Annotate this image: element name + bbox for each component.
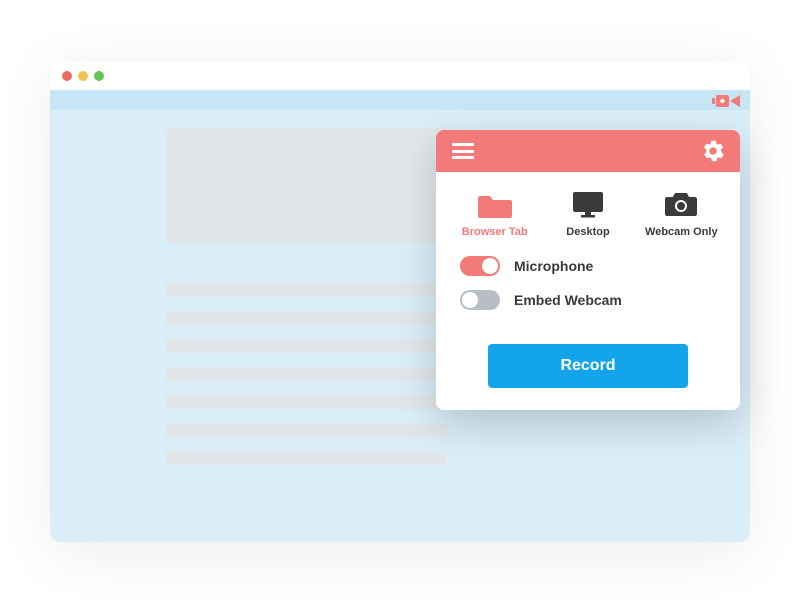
record-button[interactable]: Record xyxy=(488,344,688,388)
toggle-label: Microphone xyxy=(514,258,593,274)
mode-desktop[interactable]: Desktop xyxy=(545,190,631,238)
skeleton-line xyxy=(166,451,446,465)
window-title-bar xyxy=(50,62,750,90)
mode-label: Desktop xyxy=(566,226,609,238)
folder-icon xyxy=(478,190,512,218)
hamburger-icon xyxy=(452,143,474,146)
url-bar[interactable] xyxy=(50,90,750,110)
mode-webcam-only[interactable]: Webcam Only xyxy=(638,190,724,238)
toggle-section: Microphone Embed Webcam xyxy=(436,248,740,340)
monitor-icon xyxy=(571,190,605,218)
menu-button[interactable] xyxy=(452,143,474,159)
mode-selector: Browser Tab Desktop Webcam Only xyxy=(436,172,740,248)
skeleton-line xyxy=(166,311,446,325)
record-extension-icon xyxy=(712,92,742,110)
toggle-label: Embed Webcam xyxy=(514,292,622,308)
toggle-switch-icon xyxy=(460,290,500,310)
window-maximize-icon[interactable] xyxy=(94,71,104,81)
window-minimize-icon[interactable] xyxy=(78,71,88,81)
mode-label: Webcam Only xyxy=(645,226,718,238)
mode-browser-tab[interactable]: Browser Tab xyxy=(452,190,538,238)
gear-icon[interactable] xyxy=(702,140,724,162)
skeleton-line xyxy=(166,395,446,409)
skeleton-block xyxy=(166,128,446,243)
toggle-switch-icon xyxy=(460,256,500,276)
window-close-icon[interactable] xyxy=(62,71,72,81)
skeleton-line xyxy=(166,367,446,381)
skeleton-line xyxy=(166,339,446,353)
embed-webcam-toggle[interactable]: Embed Webcam xyxy=(460,290,716,310)
camera-icon xyxy=(664,190,698,218)
recorder-popup: Browser Tab Desktop Webcam Only Micropho… xyxy=(436,130,740,410)
skeleton-line xyxy=(166,283,446,297)
skeleton-line xyxy=(166,423,446,437)
mode-label: Browser Tab xyxy=(462,226,528,238)
microphone-toggle[interactable]: Microphone xyxy=(460,256,716,276)
popup-header xyxy=(436,130,740,172)
extension-button[interactable] xyxy=(710,92,744,110)
